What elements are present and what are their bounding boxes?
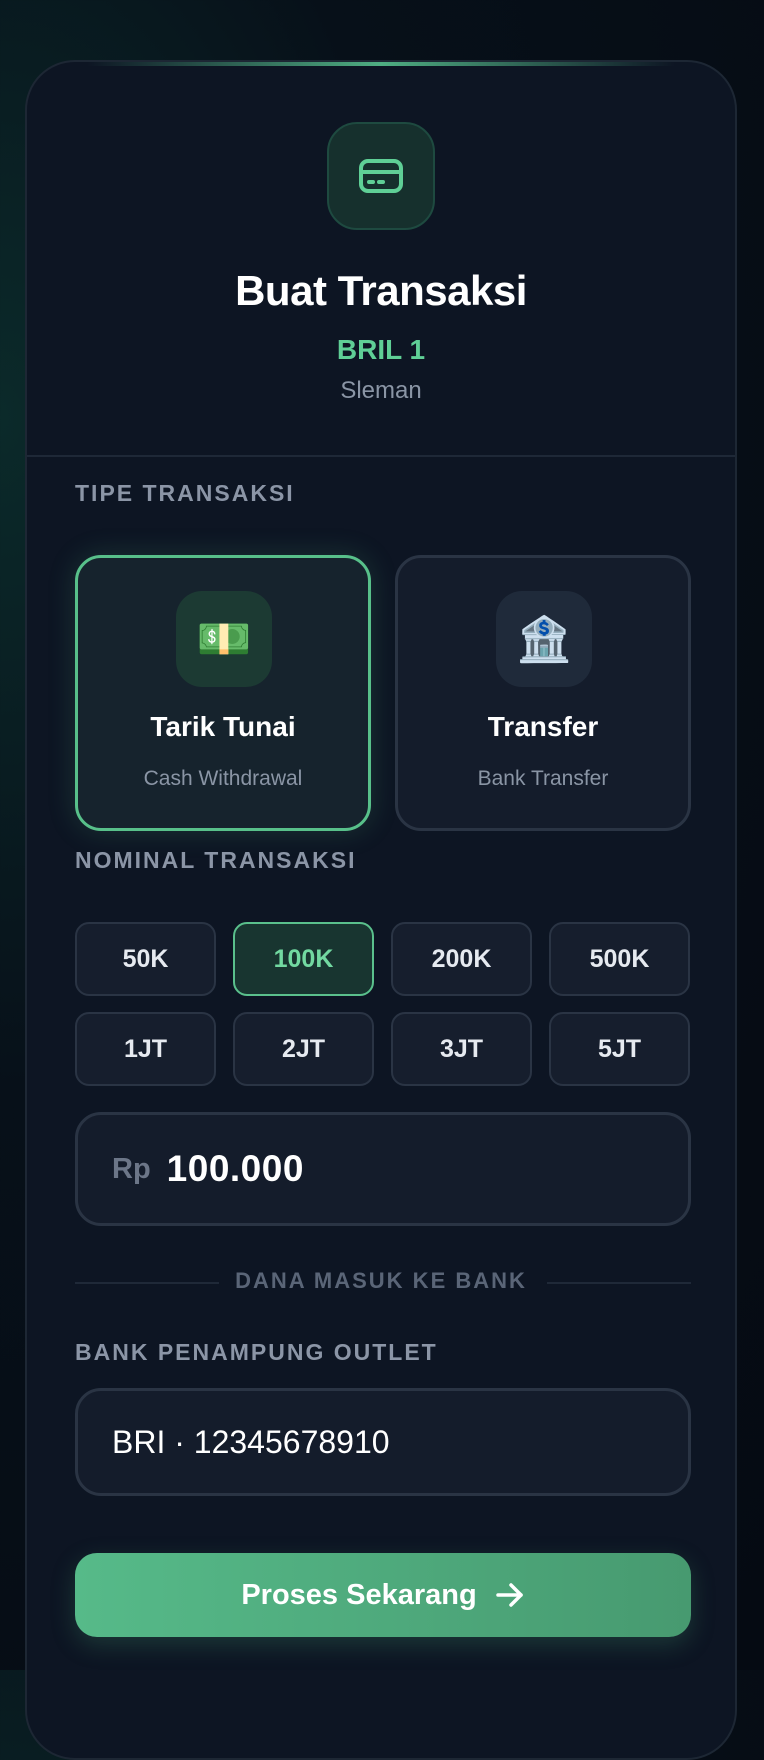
submit-button-label: Proses Sekarang: [241, 1578, 477, 1611]
card-top-glow: [87, 62, 675, 66]
amount-value: 100.000: [166, 1148, 304, 1189]
amount-option-100k[interactable]: 100K: [233, 922, 374, 996]
amount-input[interactable]: Rp 100.000: [75, 1112, 691, 1226]
separator-text: DANA MASUK KE BANK: [235, 1268, 527, 1293]
amount-option-500k[interactable]: 500K: [549, 922, 690, 996]
submit-button[interactable]: Proses Sekarang: [75, 1553, 691, 1637]
nominal-label: NOMINAL TRANSAKSI: [75, 847, 357, 873]
amount-option-5jt[interactable]: 5JT: [549, 1012, 690, 1086]
type-option-description: Bank Transfer: [477, 767, 609, 790]
outlet-location: Sleman: [340, 377, 422, 404]
type-option-description: Cash Withdrawal: [143, 767, 303, 790]
bank-account-field[interactable]: BRI · 12345678910: [75, 1388, 691, 1496]
transaction-card: Buat Transaksi BRIL 1 Sleman TIPE TRANSA…: [25, 60, 737, 1760]
transaction-type-label: TIPE TRANSAKSI: [75, 480, 295, 506]
type-option-tarik-tunai[interactable]: 💵 Tarik Tunai Cash Withdrawal: [75, 555, 371, 831]
type-option-name: Tarik Tunai: [150, 711, 296, 742]
arrow-right-icon: [495, 1582, 525, 1608]
header-divider: [27, 455, 735, 457]
bank-account-value: BRI · 12345678910: [112, 1423, 390, 1460]
amount-option-1jt[interactable]: 1JT: [75, 1012, 216, 1086]
currency-prefix: Rp: [112, 1152, 151, 1185]
amount-option-3jt[interactable]: 3JT: [391, 1012, 532, 1086]
amount-option-200k[interactable]: 200K: [391, 922, 532, 996]
banknote-icon: 💵: [176, 591, 272, 687]
credit-card-icon: [327, 122, 435, 230]
type-option-transfer[interactable]: 🏦 Transfer Bank Transfer: [395, 555, 691, 831]
separator-line-right: [547, 1282, 691, 1284]
outlet-name: BRIL 1: [336, 334, 426, 365]
page-title: Buat Transaksi: [235, 267, 527, 314]
amount-option-2jt[interactable]: 2JT: [233, 1012, 374, 1086]
amount-option-50k[interactable]: 50K: [75, 922, 216, 996]
bank-label: BANK PENAMPUNG OUTLET: [75, 1339, 438, 1365]
type-option-name: Transfer: [487, 711, 599, 742]
bank-icon: 🏦: [496, 591, 592, 687]
